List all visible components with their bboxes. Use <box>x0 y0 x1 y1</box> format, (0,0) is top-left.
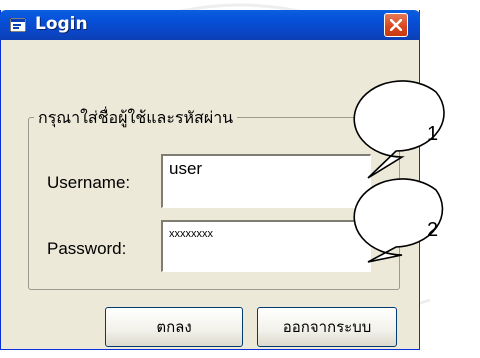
window-title: Login <box>35 14 88 34</box>
title-bar[interactable]: Login <box>0 10 420 40</box>
credentials-group-title: กรุณาใส่ชื่อผู้ใช้และรหัสผ่าน <box>34 106 238 131</box>
password-masked-value: xxxxxxxx <box>169 228 213 240</box>
close-button[interactable] <box>384 13 408 37</box>
username-label: Username: <box>47 173 131 192</box>
username-value: user <box>169 159 203 178</box>
ok-button-label: ตกลง <box>156 318 192 336</box>
login-window: Login กรุณาใส่ชื่อผู้ใช้และรหัสผ่าน User… <box>0 10 420 350</box>
close-icon <box>390 19 402 31</box>
window-app-icon <box>10 18 26 32</box>
password-field[interactable]: xxxxxxxx <box>161 220 371 272</box>
username-field[interactable]: user <box>161 154 371 208</box>
callout-number-2: 2 <box>427 219 439 241</box>
exit-button-label: ออกจากระบบ <box>282 318 372 336</box>
password-label: Password: <box>47 239 127 258</box>
ok-button[interactable]: ตกลง <box>105 307 243 347</box>
callout-number-1: 1 <box>427 123 439 145</box>
exit-button[interactable]: ออกจากระบบ <box>257 307 397 347</box>
